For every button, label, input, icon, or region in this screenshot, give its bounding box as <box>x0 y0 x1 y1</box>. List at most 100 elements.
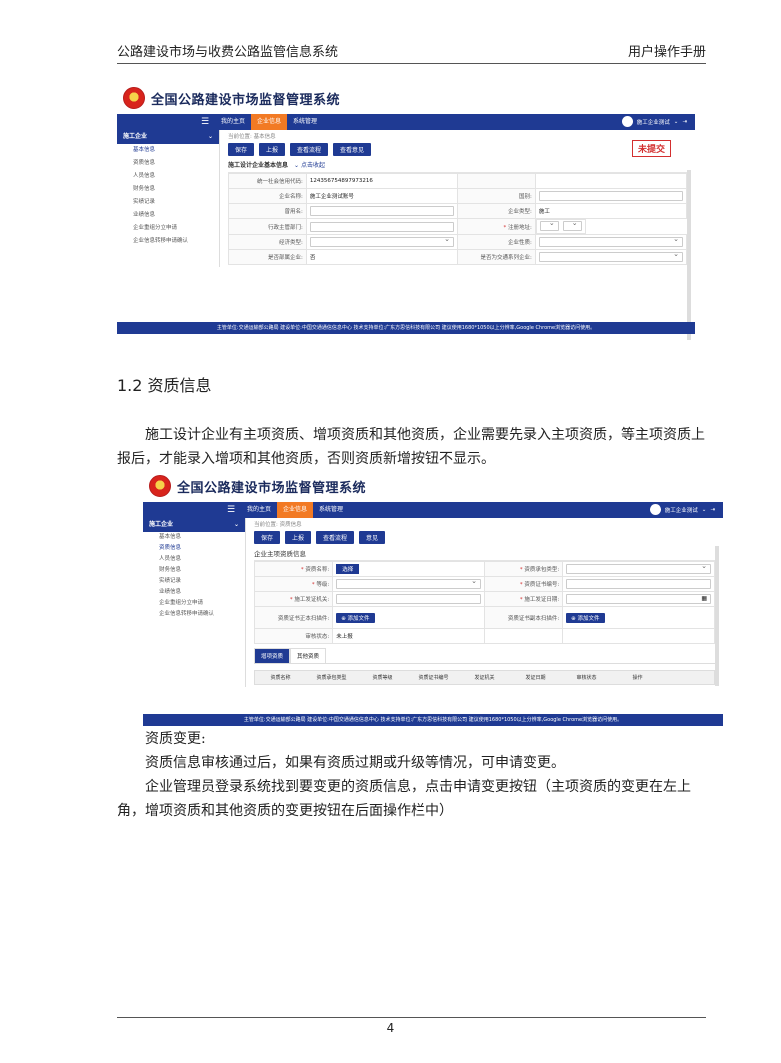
table-row: 企业名称: 施工企业测试账号 国别: <box>228 188 688 204</box>
nav-system[interactable]: 系统管理 <box>313 502 349 518</box>
province-select[interactable] <box>539 219 559 231</box>
nav-company-info[interactable]: 企业信息 <box>277 502 314 518</box>
view-flow-button[interactable]: 查看流程 <box>290 142 329 156</box>
sidebar-item-finance[interactable]: 财务信息 <box>117 183 219 196</box>
sidebar-item-record[interactable]: 实绩记录 <box>117 196 219 209</box>
save-button[interactable]: 保存 <box>254 530 281 544</box>
cert-number-input[interactable] <box>566 579 711 589</box>
app-footer: 主管单位:交通运输部公路局 建设单位:中国交通通信信息中心 技术支持单位:广东方… <box>143 714 723 726</box>
change-title: 资质变更: <box>145 731 206 747</box>
sidebar-item-reorg[interactable]: 企业重组分立申请 <box>143 598 245 609</box>
sidebar-item-record[interactable]: 实绩记录 <box>143 576 245 587</box>
app-banner: 全国公路建设市场监督管理系统 <box>143 470 723 502</box>
choose-button[interactable]: 选择 <box>336 564 360 574</box>
calendar-icon: ▦ <box>701 595 707 602</box>
table-row: 是否部属企业: 否 是否为交通系列企业: <box>228 249 688 265</box>
tab-other[interactable]: 其他资质 <box>290 648 327 663</box>
scrollbar[interactable] <box>715 546 719 686</box>
main-content: 当前位置: 资质信息 保存 上报 查看流程 意见 企业主项资质信息 * 资质名称… <box>246 518 723 687</box>
scrollbar[interactable] <box>687 170 691 340</box>
economic-type-select[interactable] <box>309 235 454 247</box>
menu-icon[interactable]: ☰ <box>227 505 241 515</box>
table-row: * 等级: * 资质证书编号: <box>253 576 715 592</box>
sidebar-item-performance[interactable]: 业绩信息 <box>143 587 245 598</box>
sidebar: 施工企业 ⌄ 基本信息 资质信息 人员信息 财务信息 实绩记录 业绩信息 企业重组… <box>143 518 246 687</box>
nav-system[interactable]: 系统管理 <box>287 114 323 130</box>
former-name-input[interactable] <box>309 206 454 216</box>
table-row: 统一社会信用代码: 124356754897973216 <box>228 173 688 189</box>
tab-additional[interactable]: 增项资质 <box>254 648 291 663</box>
sidebar-item-qualification[interactable]: 资质信息 <box>117 157 219 170</box>
add-file-button[interactable]: ⊕ 添加文件 <box>566 612 605 623</box>
app-title: 全国公路建设市场监督管理系统 <box>177 480 367 496</box>
user-avatar-icon <box>621 116 633 127</box>
app-banner: 全国公路建设市场监督管理系统 <box>117 82 695 114</box>
company-nature-select[interactable] <box>538 235 683 247</box>
status-stamp: 未提交 <box>631 140 671 157</box>
sidebar-item-basic[interactable]: 基本信息 <box>143 532 245 543</box>
logout-icon[interactable]: ⇥ <box>682 119 687 125</box>
country-input[interactable] <box>538 191 683 201</box>
sidebar-item-personnel[interactable]: 人员信息 <box>117 170 219 183</box>
table-row: 审核状态: 未上报 <box>253 628 715 644</box>
view-flow-button[interactable]: 查看流程 <box>316 530 355 544</box>
user-area[interactable]: 施工企业测试 ⌄ ⇥ <box>649 504 715 515</box>
submit-button[interactable]: 上报 <box>259 142 286 156</box>
nav-home[interactable]: 我的主页 <box>215 114 251 130</box>
sidebar-item-transfer[interactable]: 企业信息转移申请确认 <box>117 235 219 248</box>
submit-button[interactable]: 上报 <box>285 530 312 544</box>
add-file-button[interactable]: ⊕ 添加文件 <box>336 612 375 623</box>
logout-icon[interactable]: ⇥ <box>710 507 715 513</box>
table-row: * 资质名称: 选择 * 资质承包类型: <box>253 561 715 577</box>
top-nav: ☰ 我的主页 企业信息 系统管理 施工企业测试 ⌄ ⇥ <box>143 502 723 518</box>
grade-select[interactable] <box>336 577 481 589</box>
sidebar-item-qualification[interactable]: 资质信息 <box>143 543 245 554</box>
issue-date-input[interactable]: ▦ <box>566 594 711 604</box>
admin-dept-input[interactable] <box>309 221 454 232</box>
table-row: 行政主管部门: * 注册地址: <box>228 218 687 235</box>
sidebar-item-finance[interactable]: 财务信息 <box>143 565 245 576</box>
section-heading: 1.2 资质信息 <box>117 376 212 395</box>
ministry-value: 否 <box>305 249 458 265</box>
page-header: 公路建设市场与收费公路监管信息系统 用户操作手册 <box>117 40 706 64</box>
collapse-toggle[interactable]: ⌄ 点击收起 <box>294 162 325 169</box>
contract-type-select[interactable] <box>566 562 711 574</box>
nav-home[interactable]: 我的主页 <box>241 502 277 518</box>
national-emblem-icon <box>123 87 145 109</box>
page-number: 4 <box>386 1021 395 1035</box>
sidebar-item-performance[interactable]: 业绩信息 <box>117 209 219 222</box>
basic-info-form: 统一社会信用代码: 124356754897973216 企业名称: 施工企业测试账… <box>228 173 688 265</box>
main-content: 当前位置: 基本信息 保存 上报 查看流程 查看意见 未提交 施工设计企业基本信… <box>220 130 695 340</box>
sidebar-item-basic[interactable]: 基本信息 <box>117 144 219 157</box>
change-desc: 资质信息审核通过后，如果有资质过期或升级等情况，可申请变更。 <box>145 755 565 771</box>
screenshot-basic-info: 全国公路建设市场监督管理系统 ☰ 我的主页 企业信息 系统管理 施工企业测试 ⌄… <box>117 82 695 344</box>
transport-series-select[interactable] <box>538 250 683 262</box>
sidebar-head[interactable]: 施工企业 ⌄ <box>117 130 219 144</box>
city-select[interactable] <box>562 219 582 231</box>
user-name: 施工企业测试 <box>636 119 670 126</box>
qualification-table-header: 资质名称 资质承包类型 资质等级 资质证书编号 发证机关 发证日期 审核状态 操作 <box>254 670 715 685</box>
sidebar-item-reorg[interactable]: 企业重组分立申请 <box>117 222 219 235</box>
issuing-authority-input[interactable] <box>336 594 481 604</box>
user-name: 施工企业测试 <box>664 507 698 514</box>
save-button[interactable]: 保存 <box>228 142 255 156</box>
screenshot-qualification: 全国公路建设市场监督管理系统 ☰ 我的主页 企业信息 系统管理 施工企业测试 ⌄… <box>143 470 723 726</box>
sidebar-head[interactable]: 施工企业 ⌄ <box>143 518 245 532</box>
breadcrumb: 当前位置: 资质信息 <box>254 522 302 528</box>
menu-icon[interactable]: ☰ <box>201 117 215 127</box>
header-right: 用户操作手册 <box>627 45 706 60</box>
header-left: 公路建设市场与收费公路监管信息系统 <box>117 45 339 60</box>
company-name-value: 施工企业测试账号 <box>305 188 458 204</box>
table-row: 资质证书正本扫描件: ⊕ 添加文件 资质证书副本扫描件: ⊕ 添加文件 <box>253 606 715 629</box>
user-area[interactable]: 施工企业测试 ⌄ ⇥ <box>621 116 687 127</box>
sidebar-item-transfer[interactable]: 企业信息转移申请确认 <box>143 609 245 620</box>
section-title: 施工设计企业基本信息 ⌄ 点击收起 <box>228 159 687 173</box>
top-nav: ☰ 我的主页 企业信息 系统管理 施工企业测试 ⌄ ⇥ <box>117 114 695 130</box>
nav-company-info[interactable]: 企业信息 <box>251 114 288 130</box>
sidebar-item-personnel[interactable]: 人员信息 <box>143 554 245 565</box>
opinion-button[interactable]: 意见 <box>359 530 386 544</box>
app-footer: 主管单位:交通运输部公路局 建设单位:中国交通通信信息中心 技术支持单位:广东方… <box>117 322 695 334</box>
chevron-down-icon: ⌄ <box>207 133 213 140</box>
app-title: 全国公路建设市场监督管理系统 <box>151 92 341 108</box>
view-opinion-button[interactable]: 查看意见 <box>333 142 372 156</box>
